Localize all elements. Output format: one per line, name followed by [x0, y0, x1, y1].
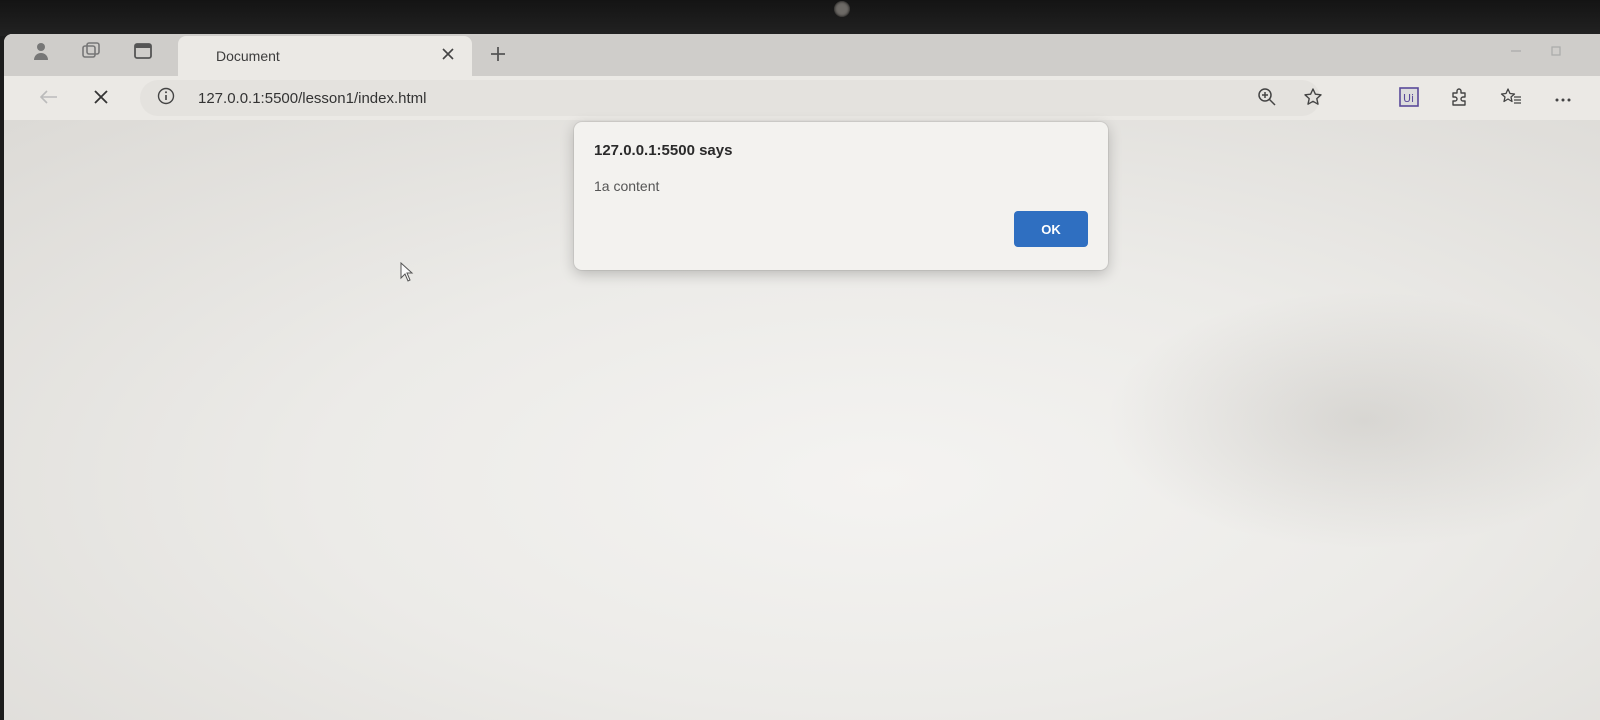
close-icon	[442, 47, 454, 65]
alert-dialog: 127.0.0.1:5500 says 1a content OK	[574, 122, 1108, 270]
close-icon	[93, 89, 109, 110]
zoom-in-icon	[1257, 87, 1277, 112]
favorite-button[interactable]	[1300, 86, 1326, 112]
star-icon	[1303, 87, 1323, 112]
tab-close-button[interactable]	[436, 44, 460, 68]
tab-actions-icon	[134, 42, 152, 64]
new-tab-button[interactable]	[484, 42, 512, 70]
settings-more-button[interactable]	[1548, 84, 1578, 114]
screen: Document 127.0.0.1:5500/lesson1/index.ht…	[0, 0, 1600, 720]
screen-glare	[1104, 290, 1600, 550]
mouse-cursor-icon	[400, 261, 414, 282]
profile-icon	[32, 41, 50, 66]
tab-strip: Document	[4, 34, 1600, 76]
back-button[interactable]	[34, 84, 64, 114]
back-arrow-icon	[39, 89, 58, 109]
tab-title: Document	[216, 48, 280, 64]
minimize-button[interactable]	[1504, 44, 1528, 64]
info-icon	[157, 87, 175, 110]
zoom-button[interactable]	[1254, 86, 1280, 112]
favorites-list-icon	[1500, 87, 1522, 112]
restore-button[interactable]	[1544, 44, 1568, 64]
tab-actions-button[interactable]	[128, 40, 158, 66]
site-info-button[interactable]	[156, 87, 176, 110]
tab-document[interactable]: Document	[178, 36, 472, 76]
browser-toolbar: 127.0.0.1:5500/lesson1/index.html Ui	[4, 76, 1600, 120]
workspaces-button[interactable]	[76, 40, 106, 66]
url-text[interactable]: 127.0.0.1:5500/lesson1/index.html	[198, 90, 427, 107]
dialog-title: 127.0.0.1:5500 says	[594, 142, 733, 159]
address-bar[interactable]: 127.0.0.1:5500/lesson1/index.html	[140, 80, 1322, 116]
ui-extension-icon: Ui	[1399, 86, 1419, 112]
favorites-button[interactable]	[1496, 84, 1526, 114]
puzzle-icon	[1449, 87, 1469, 112]
extensions-button[interactable]	[1444, 84, 1474, 114]
webcam	[834, 1, 850, 17]
laptop-bezel	[0, 0, 1600, 36]
workspaces-icon	[81, 41, 101, 65]
profile-button[interactable]	[26, 40, 56, 66]
dialog-message: 1a content	[594, 178, 660, 194]
ui-extension-button[interactable]: Ui	[1394, 84, 1424, 114]
svg-text:Ui: Ui	[1403, 92, 1414, 105]
more-icon	[1554, 90, 1572, 108]
stop-loading-button[interactable]	[86, 84, 116, 114]
ok-button[interactable]: OK	[1014, 211, 1088, 247]
plus-icon	[490, 46, 506, 67]
